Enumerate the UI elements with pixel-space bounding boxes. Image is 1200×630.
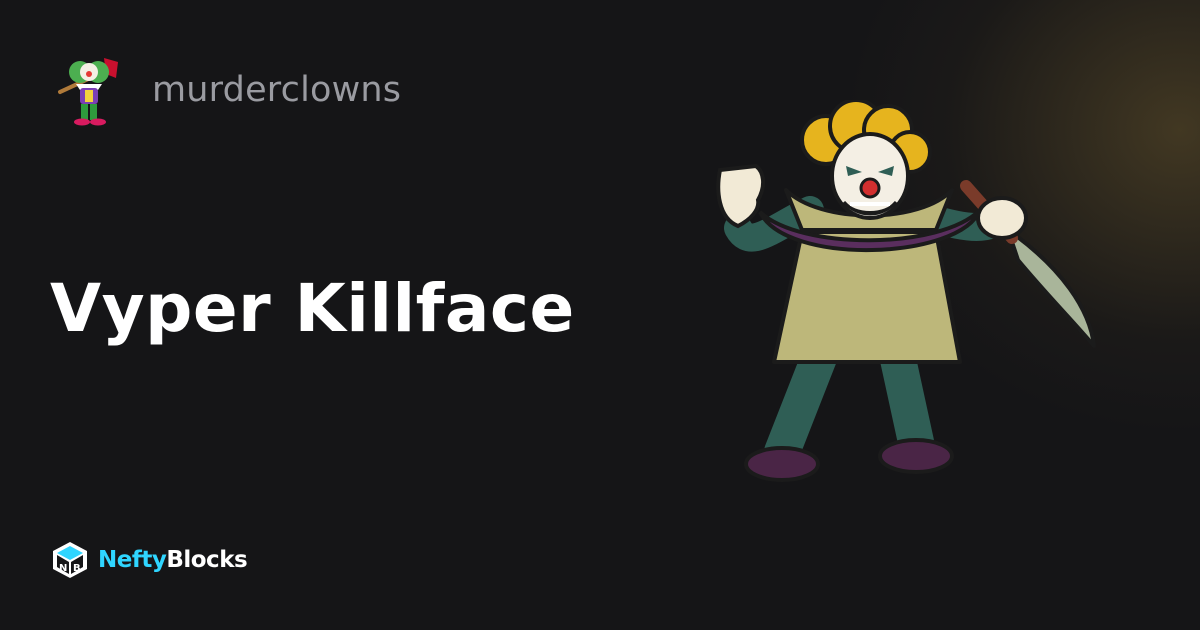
neftyblocks-cube-icon: N B [53, 542, 87, 578]
brand-name-part1: Nefty [98, 547, 167, 573]
brand-name: NeftyBlocks [98, 547, 248, 573]
brand-name-part2: Blocks [166, 547, 248, 573]
clown-with-sickle-illustration [716, 100, 1096, 482]
svg-text:N: N [59, 563, 67, 574]
collection-header: murderclowns [54, 52, 401, 128]
clown-with-axe-icon [58, 58, 118, 126]
neftyblocks-brand[interactable]: N B NeftyBlocks [50, 540, 248, 580]
asset-title: Vyper Killface [50, 270, 575, 347]
svg-text:B: B [73, 563, 81, 574]
collection-name: murderclowns [152, 70, 402, 110]
preview-card: murderclowns Vyper Killface N B NeftyBlo… [0, 0, 1200, 630]
